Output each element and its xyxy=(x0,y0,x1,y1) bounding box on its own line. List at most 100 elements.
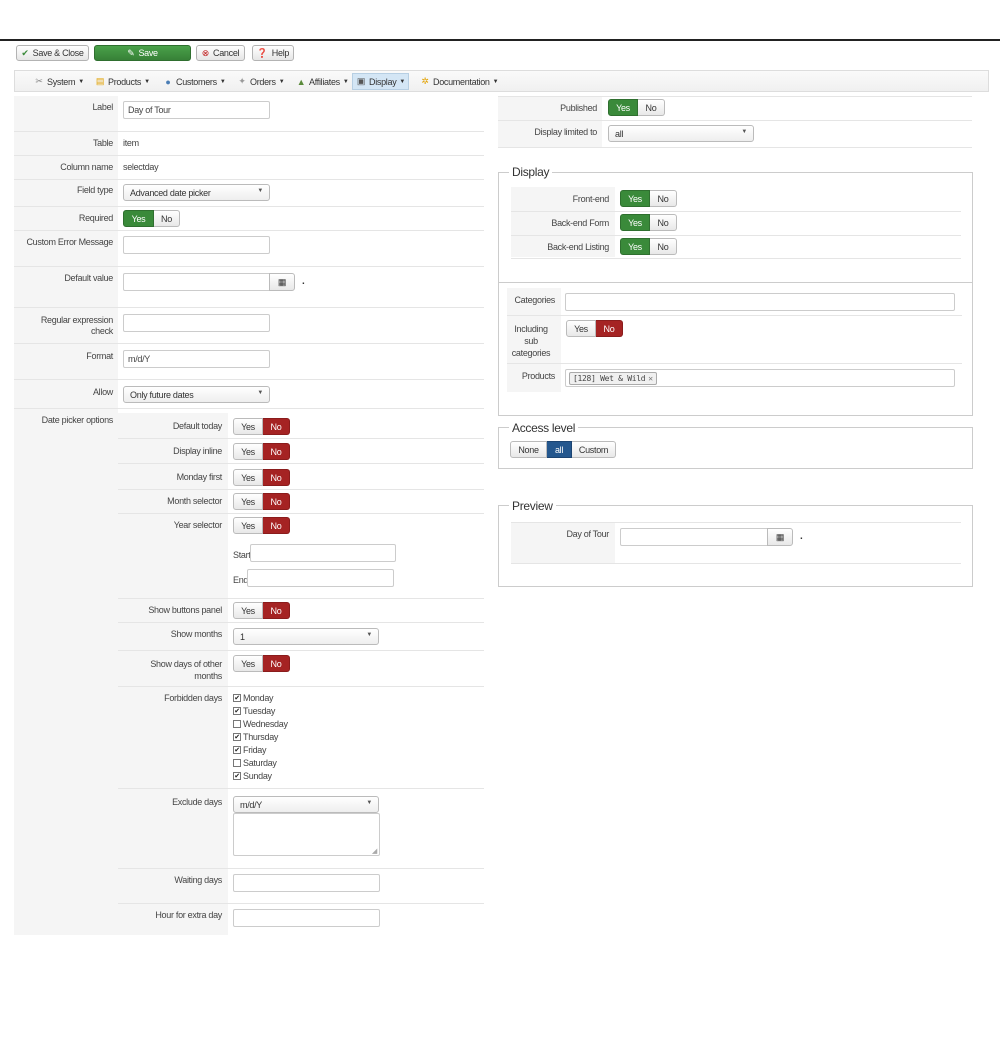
label-input[interactable]: Day of Tour xyxy=(123,101,270,119)
regex-input[interactable] xyxy=(123,314,270,332)
yes-option[interactable]: Yes xyxy=(620,190,650,207)
checkbox[interactable]: ✔ xyxy=(233,746,241,754)
cancel-button[interactable]: ⊗ Cancel xyxy=(196,45,245,61)
cancel-circle-icon: ⊗ xyxy=(201,47,210,58)
menu-documentation[interactable]: ✲ Documentation ▼ xyxy=(417,74,501,89)
forbidden-day-tuesday[interactable]: ✔ Tuesday xyxy=(233,706,275,716)
forbidden-day-sunday[interactable]: ✔ Sunday xyxy=(233,771,272,781)
no-option[interactable]: No xyxy=(154,210,180,227)
field-type-select[interactable]: Advanced date picker ▼ xyxy=(123,184,270,201)
forbidden-day-thursday[interactable]: ✔ Thursday xyxy=(233,732,278,742)
yes-option[interactable]: Yes xyxy=(233,602,263,619)
remove-tag-icon[interactable]: ✕ xyxy=(648,374,653,383)
yes-option[interactable]: Yes xyxy=(233,517,263,534)
access-none-option[interactable]: None xyxy=(510,441,547,458)
forbidden-day-friday[interactable]: ✔ Friday xyxy=(233,745,267,755)
display-inline-toggle[interactable]: Yes No xyxy=(233,443,290,460)
including-sub-categories-toggle[interactable]: Yes No xyxy=(566,320,623,337)
calendar-button[interactable]: ▦ xyxy=(269,273,295,291)
select-arrow-icon: ▼ xyxy=(366,800,372,806)
no-option[interactable]: No xyxy=(263,418,290,435)
access-all-option[interactable]: all xyxy=(547,441,572,458)
forbidden-day-wednesday[interactable]: Wednesday xyxy=(233,719,288,729)
show-buttons-panel-toggle[interactable]: Yes No xyxy=(233,602,290,619)
checkbox[interactable] xyxy=(233,759,241,767)
menu-affiliates[interactable]: ▲ Affiliates ▼ xyxy=(293,74,352,89)
check-icon: ✔ xyxy=(21,47,29,58)
no-option[interactable]: No xyxy=(263,443,290,460)
no-option[interactable]: No xyxy=(596,320,623,337)
forbidden-day-saturday[interactable]: Saturday xyxy=(233,758,277,768)
row-divider xyxy=(507,363,962,364)
no-option[interactable]: No xyxy=(650,190,677,207)
products-input[interactable]: [128] Wet & Wild ✕ xyxy=(565,369,955,387)
yes-option[interactable]: Yes xyxy=(233,493,263,510)
year-start-input[interactable] xyxy=(250,544,396,562)
default-value-input[interactable] xyxy=(123,273,270,291)
custom-error-input[interactable] xyxy=(123,236,270,254)
no-option[interactable]: No xyxy=(263,602,290,619)
waiting-days-label: Waiting days xyxy=(174,875,222,885)
yes-option[interactable]: Yes xyxy=(233,443,263,460)
categories-input[interactable] xyxy=(565,293,955,311)
hour-extra-day-input[interactable] xyxy=(233,909,380,927)
backend-listing-toggle[interactable]: Yes No xyxy=(620,238,677,255)
frontend-toggle[interactable]: Yes No xyxy=(620,190,677,207)
display-limited-select[interactable]: all ▼ xyxy=(608,125,754,142)
access-custom-option[interactable]: Custom xyxy=(572,441,616,458)
access-level-toggle[interactable]: None all Custom xyxy=(510,441,616,458)
resize-handle-icon[interactable]: ◢ xyxy=(372,847,377,855)
menu-customers[interactable]: ● Customers ▼ xyxy=(160,74,228,89)
save-close-button[interactable]: ✔ Save & Close xyxy=(16,45,89,61)
no-option[interactable]: No xyxy=(650,214,677,231)
row-divider xyxy=(118,489,484,490)
yes-option[interactable]: Yes xyxy=(233,655,263,672)
checkbox[interactable]: ✔ xyxy=(233,772,241,780)
required-toggle[interactable]: Yes No xyxy=(123,210,180,227)
no-option[interactable]: No xyxy=(263,655,290,672)
checkbox[interactable]: ✔ xyxy=(233,694,241,702)
default-today-toggle[interactable]: Yes No xyxy=(233,418,290,435)
monday-first-toggle[interactable]: Yes No xyxy=(233,469,290,486)
checkbox[interactable]: ✔ xyxy=(233,707,241,715)
month-selector-toggle[interactable]: Yes No xyxy=(233,493,290,510)
orders-icon: ✦ xyxy=(238,76,246,86)
menu-products[interactable]: ▤ Products ▼ xyxy=(92,74,153,89)
end-label: End xyxy=(233,575,249,585)
preview-calendar-button[interactable]: ▦ xyxy=(767,528,793,546)
yes-option[interactable]: Yes xyxy=(620,238,650,255)
yes-option[interactable]: Yes xyxy=(233,469,263,486)
format-input[interactable]: m/d/Y xyxy=(123,350,270,368)
yes-option[interactable]: Yes xyxy=(608,99,638,116)
checkbox[interactable]: ✔ xyxy=(233,733,241,741)
waiting-days-input[interactable] xyxy=(233,874,380,892)
no-option[interactable]: No xyxy=(263,469,290,486)
save-button[interactable]: ✎ Save xyxy=(94,45,191,61)
preview-date-input[interactable] xyxy=(620,528,768,546)
exclude-days-format-select[interactable]: m/d/Y ▼ xyxy=(233,796,379,813)
published-toggle[interactable]: Yes No xyxy=(608,99,665,116)
menu-system[interactable]: ✂ System ▼ xyxy=(31,74,87,89)
year-selector-toggle[interactable]: Yes No xyxy=(233,517,290,534)
yes-option[interactable]: Yes xyxy=(566,320,596,337)
exclude-days-textarea[interactable]: ◢ xyxy=(233,813,380,856)
yes-option[interactable]: Yes xyxy=(123,210,154,227)
no-option[interactable]: No xyxy=(263,493,290,510)
row-divider xyxy=(14,179,484,180)
backend-form-toggle[interactable]: Yes No xyxy=(620,214,677,231)
no-option[interactable]: No xyxy=(650,238,677,255)
show-months-select[interactable]: 1 ▼ xyxy=(233,628,379,645)
yes-option[interactable]: Yes xyxy=(620,214,650,231)
show-days-other-months-toggle[interactable]: Yes No xyxy=(233,655,290,672)
menu-orders[interactable]: ✦ Orders ▼ xyxy=(234,74,287,89)
yes-option[interactable]: Yes xyxy=(233,418,263,435)
custom-error-label: Custom Error Message xyxy=(26,237,113,247)
allow-select[interactable]: Only future dates ▼ xyxy=(123,386,270,403)
no-option[interactable]: No xyxy=(638,99,665,116)
year-end-input[interactable] xyxy=(247,569,394,587)
checkbox[interactable] xyxy=(233,720,241,728)
no-option[interactable]: No xyxy=(263,517,290,534)
help-button[interactable]: ❓ Help xyxy=(252,45,294,61)
menu-display[interactable]: ▣ Display ▼ xyxy=(352,73,410,90)
forbidden-day-monday[interactable]: ✔ Monday xyxy=(233,693,274,703)
